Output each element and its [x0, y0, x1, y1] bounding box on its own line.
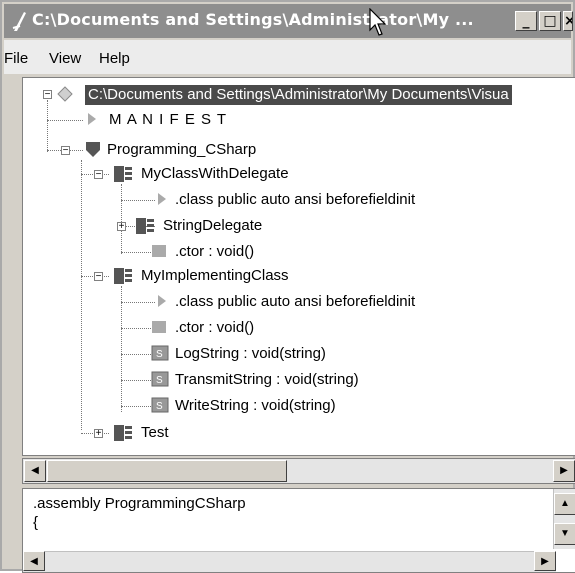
- close-icon: ×: [564, 13, 572, 29]
- declaration-arrow-icon: [158, 193, 166, 205]
- tree-label: MyImplementingClass: [141, 267, 289, 284]
- static-method-icon: S: [151, 371, 169, 387]
- scroll-left-button[interactable]: ◀: [24, 460, 46, 482]
- tree-item-class[interactable]: MyClassWithDelegate: [23, 162, 575, 186]
- tree-item-method[interactable]: S WriteString : void(string): [23, 394, 575, 418]
- scroll-up-button[interactable]: ▲: [554, 493, 575, 515]
- minimize-button[interactable]: _: [515, 11, 537, 31]
- scroll-right-button[interactable]: ▶: [553, 460, 575, 482]
- tree-label: Test: [141, 424, 169, 441]
- namespace-shield-icon: [86, 142, 100, 157]
- tree-item-manifest[interactable]: M A N I F E S T: [23, 108, 575, 132]
- tree-item-class-decl[interactable]: .class public auto ansi beforefieldinit: [23, 188, 575, 212]
- tree-label: .class public auto ansi beforefieldinit: [175, 191, 416, 208]
- scroll-left-button[interactable]: ◀: [23, 551, 45, 571]
- tree-item-ctor[interactable]: .ctor : void(): [23, 316, 575, 340]
- tree-item-method[interactable]: S TransmitString : void(string): [23, 368, 575, 392]
- tree-view[interactable]: − C:\Documents and Settings\Administrato…: [22, 77, 575, 456]
- il-line: {: [33, 514, 39, 531]
- collapse-toggle[interactable]: −: [43, 90, 52, 100]
- menu-file[interactable]: File: [4, 50, 28, 67]
- close-button[interactable]: ×: [563, 11, 573, 31]
- tree-label: .ctor : void(): [175, 319, 255, 336]
- tree-item-method[interactable]: S LogString : void(string): [23, 342, 575, 366]
- class-icon: [114, 166, 132, 182]
- scroll-down-button[interactable]: ▼: [554, 523, 575, 545]
- menu-bar: File View Help: [4, 40, 571, 74]
- tree-item-delegate[interactable]: StringDelegate: [23, 214, 575, 238]
- mouse-cursor-icon: [369, 8, 387, 36]
- maximize-icon: □: [543, 13, 557, 29]
- scrollbar-thumb[interactable]: [47, 460, 287, 482]
- il-vertical-scrollbar[interactable]: ▲ ▼: [553, 489, 575, 549]
- static-method-icon: S: [151, 397, 169, 413]
- il-horizontal-scrollbar[interactable]: ◀ ▶: [23, 551, 556, 572]
- tree-root-label: C:\Documents and Settings\Administrator\…: [88, 86, 509, 103]
- svg-text:S: S: [156, 375, 163, 386]
- tree-label: M A N I F E S T: [109, 111, 228, 128]
- tree-label: WriteString : void(string): [175, 397, 336, 414]
- tree-label: .class public auto ansi beforefieldinit: [175, 293, 416, 310]
- tree-horizontal-scrollbar[interactable]: ◀ ▶: [22, 458, 575, 484]
- static-method-icon: S: [151, 345, 169, 361]
- scroll-right-button[interactable]: ▶: [534, 551, 556, 571]
- tree-item-class[interactable]: MyImplementingClass: [23, 264, 575, 288]
- tree-label: .ctor : void(): [175, 243, 255, 260]
- il-code-pane[interactable]: .assembly ProgrammingCSharp { ▲ ▼ ◀ ▶: [22, 488, 575, 573]
- menu-help[interactable]: Help: [99, 50, 130, 67]
- assembly-diamond-icon: [57, 86, 73, 102]
- minimize-icon: _: [522, 13, 530, 29]
- method-icon: [152, 245, 166, 257]
- tree-root-item[interactable]: C:\Documents and Settings\Administrator\…: [85, 85, 512, 105]
- class-icon: [136, 218, 154, 234]
- tree-label: MyClassWithDelegate: [141, 165, 289, 182]
- tree-label: TransmitString : void(string): [175, 371, 359, 388]
- ildasm-app-icon: [12, 12, 26, 31]
- tree-item-class-decl[interactable]: .class public auto ansi beforefieldinit: [23, 290, 575, 314]
- menu-view[interactable]: View: [49, 50, 81, 67]
- tree-item-namespace[interactable]: Programming_CSharp: [23, 138, 575, 162]
- declaration-arrow-icon: [158, 295, 166, 307]
- class-icon: [114, 268, 132, 284]
- il-line: .assembly ProgrammingCSharp: [33, 495, 246, 512]
- method-icon: [152, 321, 166, 333]
- window-title: C:\Documents and Settings\Administrator\…: [32, 10, 474, 29]
- svg-text:S: S: [156, 401, 163, 412]
- title-bar[interactable]: C:\Documents and Settings\Administrator\…: [4, 4, 573, 38]
- tree-label: Programming_CSharp: [107, 141, 257, 158]
- manifest-arrow-icon: [88, 113, 96, 125]
- class-icon: [114, 425, 132, 441]
- app-window: C:\Documents and Settings\Administrator\…: [0, 0, 575, 573]
- tree-item-ctor[interactable]: .ctor : void(): [23, 240, 575, 264]
- svg-text:S: S: [156, 349, 163, 360]
- tree-item-class[interactable]: Test: [23, 421, 575, 445]
- tree-label: LogString : void(string): [175, 345, 326, 362]
- maximize-button[interactable]: □: [539, 11, 561, 31]
- tree-label: StringDelegate: [163, 217, 263, 234]
